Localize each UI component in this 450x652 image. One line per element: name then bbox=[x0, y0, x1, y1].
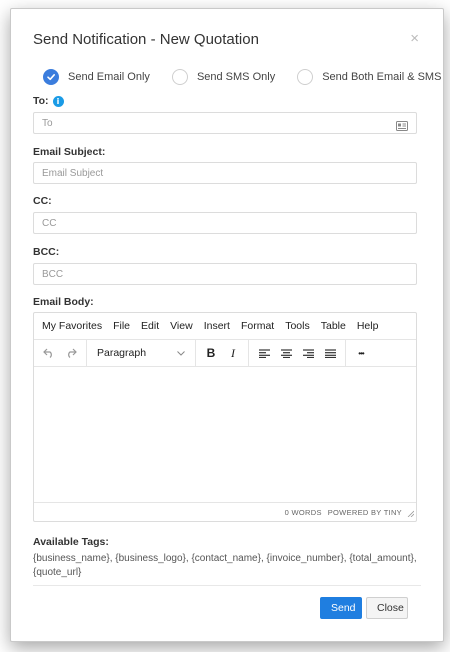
info-icon[interactable]: i bbox=[52, 95, 64, 107]
menu-help[interactable]: Help bbox=[357, 320, 379, 332]
resize-handle-icon[interactable] bbox=[407, 510, 415, 519]
redo-icon[interactable] bbox=[60, 348, 82, 358]
align-right-icon[interactable] bbox=[297, 348, 319, 358]
email-subject-wrapper bbox=[33, 162, 417, 184]
word-count: 0 WORDS bbox=[284, 507, 322, 517]
send-notification-modal: Send Notification - New Quotation × Send… bbox=[10, 8, 444, 642]
radio-send-both[interactable]: Send Both Email & SMS bbox=[297, 69, 441, 85]
bcc-label: BCC: bbox=[33, 246, 60, 258]
footer-divider bbox=[33, 585, 421, 586]
radio-label: Send Email Only bbox=[68, 71, 150, 83]
powered-by-link[interactable]: POWERED BY TINY bbox=[328, 508, 402, 517]
more-group: ••• bbox=[346, 340, 376, 366]
undo-icon[interactable] bbox=[38, 348, 60, 358]
editor-content-area[interactable] bbox=[34, 367, 416, 497]
block-format-select[interactable]: Paragraph bbox=[91, 347, 191, 359]
close-button[interactable]: Close bbox=[366, 597, 408, 619]
menu-my-favorites[interactable]: My Favorites bbox=[42, 320, 102, 332]
alignment-group bbox=[249, 340, 346, 366]
close-icon[interactable]: × bbox=[410, 31, 419, 46]
cc-input[interactable] bbox=[34, 213, 416, 234]
history-group bbox=[34, 340, 87, 366]
radio-unchecked-icon[interactable] bbox=[171, 69, 188, 85]
block-format-group: Paragraph bbox=[87, 340, 196, 366]
email-subject-label: Email Subject: bbox=[33, 146, 106, 158]
to-label: To: i bbox=[33, 95, 64, 107]
radio-unchecked-icon[interactable] bbox=[297, 69, 314, 85]
editor-statusbar: 0 WORDS POWERED BY TINY bbox=[34, 502, 416, 521]
bcc-input[interactable] bbox=[34, 264, 416, 285]
radio-send-sms-only[interactable]: Send SMS Only bbox=[171, 69, 276, 85]
cc-label: CC: bbox=[33, 195, 52, 207]
modal-title: Send Notification - New Quotation bbox=[33, 31, 259, 48]
to-label-text: To: bbox=[33, 95, 49, 107]
menu-table[interactable]: Table bbox=[321, 320, 346, 332]
editor-toolbar: Paragraph B I ••• bbox=[34, 340, 416, 367]
align-center-icon[interactable] bbox=[275, 348, 297, 358]
bcc-wrapper bbox=[33, 263, 417, 285]
align-left-icon[interactable] bbox=[253, 348, 275, 358]
radio-send-email-only[interactable]: Send Email Only bbox=[43, 69, 150, 85]
bold-button[interactable]: B bbox=[200, 346, 222, 360]
block-format-value: Paragraph bbox=[97, 347, 147, 359]
menu-format[interactable]: Format bbox=[241, 320, 274, 332]
text-style-group: B I bbox=[196, 340, 249, 366]
menu-insert[interactable]: Insert bbox=[204, 320, 230, 332]
rich-text-editor: My Favorites File Edit View Insert Forma… bbox=[33, 312, 417, 522]
editor-menubar: My Favorites File Edit View Insert Forma… bbox=[34, 313, 416, 340]
send-method-radio-group: Send Email Only Send SMS Only Send Both … bbox=[43, 69, 441, 85]
menu-tools[interactable]: Tools bbox=[285, 320, 310, 332]
radio-checked-icon[interactable] bbox=[43, 69, 59, 85]
chevron-down-icon bbox=[177, 350, 185, 356]
available-tags-title: Available Tags: bbox=[33, 536, 109, 548]
email-body-label: Email Body: bbox=[33, 296, 94, 308]
cc-wrapper bbox=[33, 212, 417, 234]
italic-button[interactable]: I bbox=[222, 346, 244, 361]
more-options-icon[interactable]: ••• bbox=[350, 349, 372, 358]
align-justify-icon[interactable] bbox=[319, 348, 341, 358]
menu-view[interactable]: View bbox=[170, 320, 193, 332]
send-button[interactable]: Send bbox=[320, 597, 362, 619]
radio-label: Send SMS Only bbox=[196, 71, 276, 83]
menu-edit[interactable]: Edit bbox=[141, 320, 159, 332]
email-subject-input[interactable] bbox=[34, 163, 416, 184]
available-tags-list: {business_name}, {business_logo}, {conta… bbox=[33, 553, 417, 578]
to-field-wrapper bbox=[33, 112, 417, 134]
contact-card-icon[interactable] bbox=[396, 118, 408, 136]
radio-label: Send Both Email & SMS bbox=[322, 71, 442, 83]
menu-file[interactable]: File bbox=[113, 320, 130, 332]
to-input[interactable] bbox=[34, 113, 416, 134]
